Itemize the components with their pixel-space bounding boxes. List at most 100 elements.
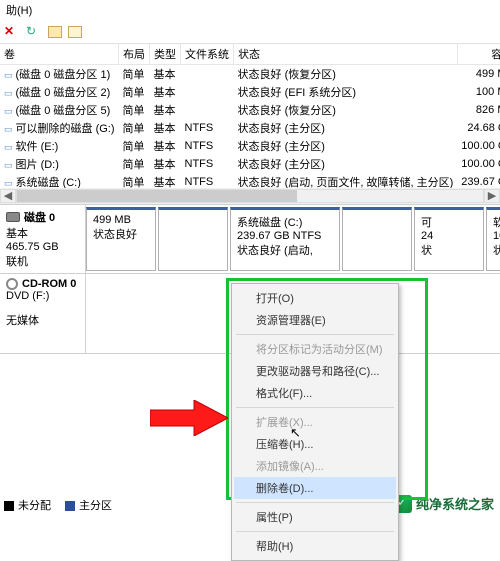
watermark: 纯净系统之家 — [394, 494, 494, 513]
cell-fs: NTFS — [181, 137, 234, 155]
partition-name: 可 — [421, 214, 477, 230]
col-type[interactable]: 类型 — [150, 44, 181, 65]
menu-help[interactable]: 助(H) — [6, 5, 32, 17]
partition-status: 状态良好 — [93, 226, 149, 242]
legend-unallocated: 未分配 — [18, 500, 51, 512]
ctx-open[interactable]: 打开(O) — [234, 287, 396, 309]
partition-size: 239.67 GB NTFS — [237, 230, 333, 242]
col-fs[interactable]: 文件系统 — [181, 44, 234, 65]
legend-swatch-unallocated — [4, 501, 14, 511]
cell-type: 基本 — [150, 119, 181, 137]
col-status[interactable]: 状态 — [234, 44, 458, 65]
ctx-extend: 扩展卷(X)... — [234, 411, 396, 433]
cell-status: 状态良好 (主分区) — [234, 119, 458, 137]
cdrom-status: 无媒体 — [6, 312, 79, 328]
ctx-properties[interactable]: 属性(P) — [234, 506, 396, 528]
cell-status: 状态良好 (恢复分区) — [234, 101, 458, 119]
horizontal-scrollbar[interactable]: ◀ ▶ — [0, 188, 500, 204]
red-arrow-icon — [150, 400, 228, 436]
volume-list[interactable]: 卷 布局 类型 文件系统 状态 容量 可用空间 % 可用 (磁盘 0 磁盘分区 … — [0, 44, 500, 204]
partition-status: 状 — [421, 242, 477, 258]
scroll-track[interactable] — [16, 189, 484, 203]
cell-layout: 简单 — [119, 137, 150, 155]
toolbar-delete-icon[interactable] — [4, 24, 20, 40]
disk-0-type: 基本 — [6, 225, 79, 241]
scroll-thumb[interactable] — [17, 190, 297, 202]
partition-status: 状态良好 (启动, — [237, 242, 333, 258]
cell-vol: (磁盘 0 磁盘分区 1) — [0, 65, 119, 84]
partition-c[interactable]: 系统磁盘 (C:) 239.67 GB NTFS 状态良好 (启动, — [230, 207, 340, 271]
volume-row[interactable]: (磁盘 0 磁盘分区 1)简单基本状态良好 (恢复分区)499 MB499 MB… — [0, 65, 500, 84]
disk-0-header[interactable]: 磁盘 0 基本 465.75 GB 联机 — [0, 205, 86, 273]
disk-0-title: 磁盘 0 — [24, 209, 55, 225]
ctx-separator — [236, 502, 394, 503]
partition-name: 系统磁盘 (C:) — [237, 214, 333, 230]
ctx-separator — [236, 407, 394, 408]
cdrom-title: CD-ROM 0 — [22, 278, 76, 290]
cell-layout: 简单 — [119, 101, 150, 119]
legend: 未分配 主分区 — [4, 497, 112, 513]
ctx-explorer[interactable]: 资源管理器(E) — [234, 309, 396, 331]
watermark-text: 纯净系统之家 — [416, 494, 494, 513]
cell-layout: 简单 — [119, 119, 150, 137]
context-menu[interactable]: 打开(O) 资源管理器(E) 将分区标记为活动分区(M) 更改驱动器号和路径(C… — [231, 283, 399, 561]
partition-g[interactable]: 可 24 状 — [414, 207, 484, 271]
cell-type: 基本 — [150, 83, 181, 101]
partition-e[interactable]: 软件 (E:) 100.00 GB NTFS 状态良好 (主分区 — [486, 207, 500, 271]
volume-row[interactable]: 可以删除的磁盘 (G:)简单基本NTFS状态良好 (主分区)24.68 GB24… — [0, 119, 500, 137]
col-volume[interactable]: 卷 — [0, 44, 119, 65]
ctx-change-drive[interactable]: 更改驱动器号和路径(C)... — [234, 360, 396, 382]
cell-cap: 24.68 GB — [457, 119, 500, 137]
disk-0-size: 465.75 GB — [6, 241, 79, 253]
disk-0-status: 联机 — [6, 253, 79, 269]
cell-cap: 100.00 GB — [457, 155, 500, 173]
partition-size: 100.00 GB NTFS — [493, 230, 500, 242]
scroll-left-arrow[interactable]: ◀ — [0, 189, 16, 203]
volume-row[interactable]: 软件 (E:)简单基本NTFS状态良好 (主分区)100.00 GB96.99 … — [0, 137, 500, 155]
ctx-mirror: 添加镜像(A)... — [234, 455, 396, 477]
cdrom-letter: DVD (F:) — [6, 290, 79, 302]
cell-status: 状态良好 (EFI 系统分区) — [234, 83, 458, 101]
cell-vol: (磁盘 0 磁盘分区 2) — [0, 83, 119, 101]
toolbar — [0, 20, 500, 44]
cell-status: 状态良好 (主分区) — [234, 137, 458, 155]
cell-layout: 简单 — [119, 65, 150, 84]
cell-fs — [181, 101, 234, 119]
menu-bar[interactable]: 助(H) — [0, 0, 500, 20]
disk-row-0[interactable]: 磁盘 0 基本 465.75 GB 联机 499 MB 状态良好 系统磁盘 (C… — [0, 205, 500, 274]
ctx-delete-volume[interactable]: 删除卷(D)... — [234, 477, 396, 499]
toolbar-refresh-icon[interactable] — [26, 24, 42, 40]
cell-fs: NTFS — [181, 119, 234, 137]
partition-recovery-2[interactable] — [342, 207, 412, 271]
ctx-help[interactable]: 帮助(H) — [234, 535, 396, 557]
cell-type: 基本 — [150, 101, 181, 119]
cell-cap: 499 MB — [457, 65, 500, 84]
volume-row[interactable]: 图片 (D:)简单基本NTFS状态良好 (主分区)100.00 GB99.87 … — [0, 155, 500, 173]
col-layout[interactable]: 布局 — [119, 44, 150, 65]
cell-fs — [181, 65, 234, 84]
partition-size: 499 MB — [93, 214, 149, 226]
volume-row[interactable]: (磁盘 0 磁盘分区 5)简单基本状态良好 (恢复分区)826 MB826 MB… — [0, 101, 500, 119]
ctx-separator — [236, 334, 394, 335]
volume-header-row[interactable]: 卷 布局 类型 文件系统 状态 容量 可用空间 % 可用 — [0, 44, 500, 65]
toolbar-folder2-icon[interactable] — [68, 26, 82, 38]
col-capacity[interactable]: 容量 — [457, 44, 500, 65]
scroll-right-arrow[interactable]: ▶ — [484, 189, 500, 203]
partition-efi[interactable] — [158, 207, 228, 271]
partition-recovery[interactable]: 499 MB 状态良好 — [86, 207, 156, 271]
toolbar-folder-icon[interactable] — [48, 26, 62, 38]
cell-layout: 简单 — [119, 155, 150, 173]
legend-primary: 主分区 — [79, 500, 112, 512]
ctx-mark-active: 将分区标记为活动分区(M) — [234, 338, 396, 360]
cell-cap: 100.00 GB — [457, 137, 500, 155]
ctx-shrink[interactable]: 压缩卷(H)... — [234, 433, 396, 455]
volume-row[interactable]: (磁盘 0 磁盘分区 2)简单基本状态良好 (EFI 系统分区)100 MB10… — [0, 83, 500, 101]
cell-vol: 可以删除的磁盘 (G:) — [0, 119, 119, 137]
ctx-separator — [236, 531, 394, 532]
cell-type: 基本 — [150, 137, 181, 155]
cell-status: 状态良好 (恢复分区) — [234, 65, 458, 84]
ctx-format[interactable]: 格式化(F)... — [234, 382, 396, 404]
cdrom-header[interactable]: CD-ROM 0 DVD (F:) 无媒体 — [0, 274, 86, 353]
cell-status: 状态良好 (主分区) — [234, 155, 458, 173]
cell-layout: 简单 — [119, 83, 150, 101]
